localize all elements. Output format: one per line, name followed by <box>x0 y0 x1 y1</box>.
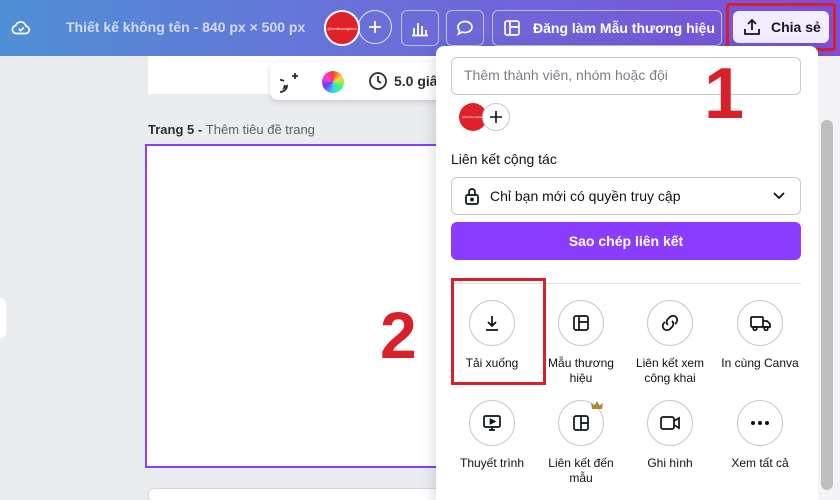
template-icon <box>573 315 589 331</box>
option-label: Xem tất cả <box>731 456 789 470</box>
lock-icon <box>465 188 479 205</box>
chevron-down-icon <box>773 192 785 200</box>
share-button[interactable]: Chia sẻ <box>733 11 829 43</box>
annotation-box-download <box>451 278 546 385</box>
comment-add-icon[interactable] <box>280 71 302 93</box>
option-template-link[interactable]: Liên kết đến mẫu <box>536 400 626 486</box>
comments-button[interactable] <box>446 10 484 46</box>
print-button[interactable] <box>737 300 783 346</box>
annotation-step-2: 2 <box>380 298 417 372</box>
annotation-step-1: 1 <box>704 54 745 134</box>
collaboration-link-heading: Liên kết cộng tác <box>451 151 557 167</box>
video-icon <box>660 416 680 430</box>
link-icon <box>661 314 679 332</box>
page-label: Trang 5 - Thêm tiêu đề trang <box>148 122 315 137</box>
user-avatar[interactable]: @tenthuonghieu <box>324 10 360 46</box>
annotation-box-share: Chia sẻ <box>726 3 836 51</box>
clock-icon[interactable] <box>368 71 388 91</box>
add-member-button[interactable] <box>482 103 510 131</box>
duration-label[interactable]: 5.0 giâ <box>394 73 438 89</box>
member-avatar-text: @tenthuonghieu <box>461 115 485 119</box>
access-level-select[interactable]: Chỉ bạn mới có quyền truy cập <box>451 177 801 215</box>
template-icon <box>504 20 520 36</box>
page-toolbar: 5.0 giâ <box>270 62 450 100</box>
share-button-label: Chia sẻ <box>771 19 821 35</box>
brand-button-label: Đăng làm Mẫu thương hiệu <box>533 20 715 36</box>
side-panel-handle[interactable] <box>0 298 6 338</box>
publish-brand-template-button[interactable]: Đăng làm Mẫu thương hiệu <box>492 10 722 46</box>
avatar-text: @tenthuonghieu <box>327 25 357 31</box>
access-level-value: Chỉ bạn mới có quyền truy cập <box>490 188 681 204</box>
add-collaborator-button[interactable] <box>358 10 392 44</box>
plus-icon <box>369 21 381 33</box>
option-label: Liên kết xem công khai <box>635 356 705 385</box>
option-brand-template[interactable]: Mẫu thương hiệu <box>536 300 626 386</box>
add-people-input[interactable]: Thêm thành viên, nhóm hoặc đội <box>451 57 801 95</box>
copy-link-button[interactable]: Sao chép liên kết <box>451 222 801 260</box>
present-button[interactable] <box>469 400 515 446</box>
option-label: In cùng Canva <box>721 356 799 370</box>
comment-icon <box>457 20 473 36</box>
scrollbar-thumb[interactable] <box>821 120 833 490</box>
option-print-with-canva[interactable]: In cùng Canva <box>715 300 805 371</box>
truck-icon <box>750 316 771 332</box>
option-see-all[interactable]: Xem tất cả <box>715 400 805 471</box>
public-link-button[interactable] <box>647 300 693 346</box>
option-present[interactable]: Thuyết trình <box>447 400 537 471</box>
document-title[interactable]: Thiết kế không tên - 840 px × 500 px <box>66 19 305 35</box>
option-label: Mẫu thương hiệu <box>548 356 614 385</box>
more-icon <box>751 421 769 425</box>
crown-icon <box>591 401 603 409</box>
template-link-icon <box>573 415 589 431</box>
see-all-button[interactable] <box>737 400 783 446</box>
bar-chart-icon <box>412 23 428 37</box>
brand-template-button[interactable] <box>558 300 604 346</box>
option-record[interactable]: Ghi hình <box>625 400 715 471</box>
present-icon <box>483 415 501 431</box>
option-label: Thuyết trình <box>459 456 525 470</box>
cloud-saved-icon[interactable] <box>10 17 32 39</box>
record-button[interactable] <box>647 400 693 446</box>
insights-button[interactable] <box>401 10 439 46</box>
upload-icon <box>744 18 760 35</box>
option-label: Ghi hình <box>647 456 693 470</box>
page-number: Trang 5 - <box>148 122 206 137</box>
add-page-bar[interactable] <box>148 488 448 500</box>
page-title-placeholder[interactable]: Thêm tiêu đề trang <box>206 122 315 137</box>
option-public-view-link[interactable]: Liên kết xem công khai <box>625 300 715 386</box>
color-picker-icon[interactable] <box>322 71 344 93</box>
option-label: Liên kết đến mẫu <box>548 456 614 485</box>
plus-icon <box>490 111 502 123</box>
